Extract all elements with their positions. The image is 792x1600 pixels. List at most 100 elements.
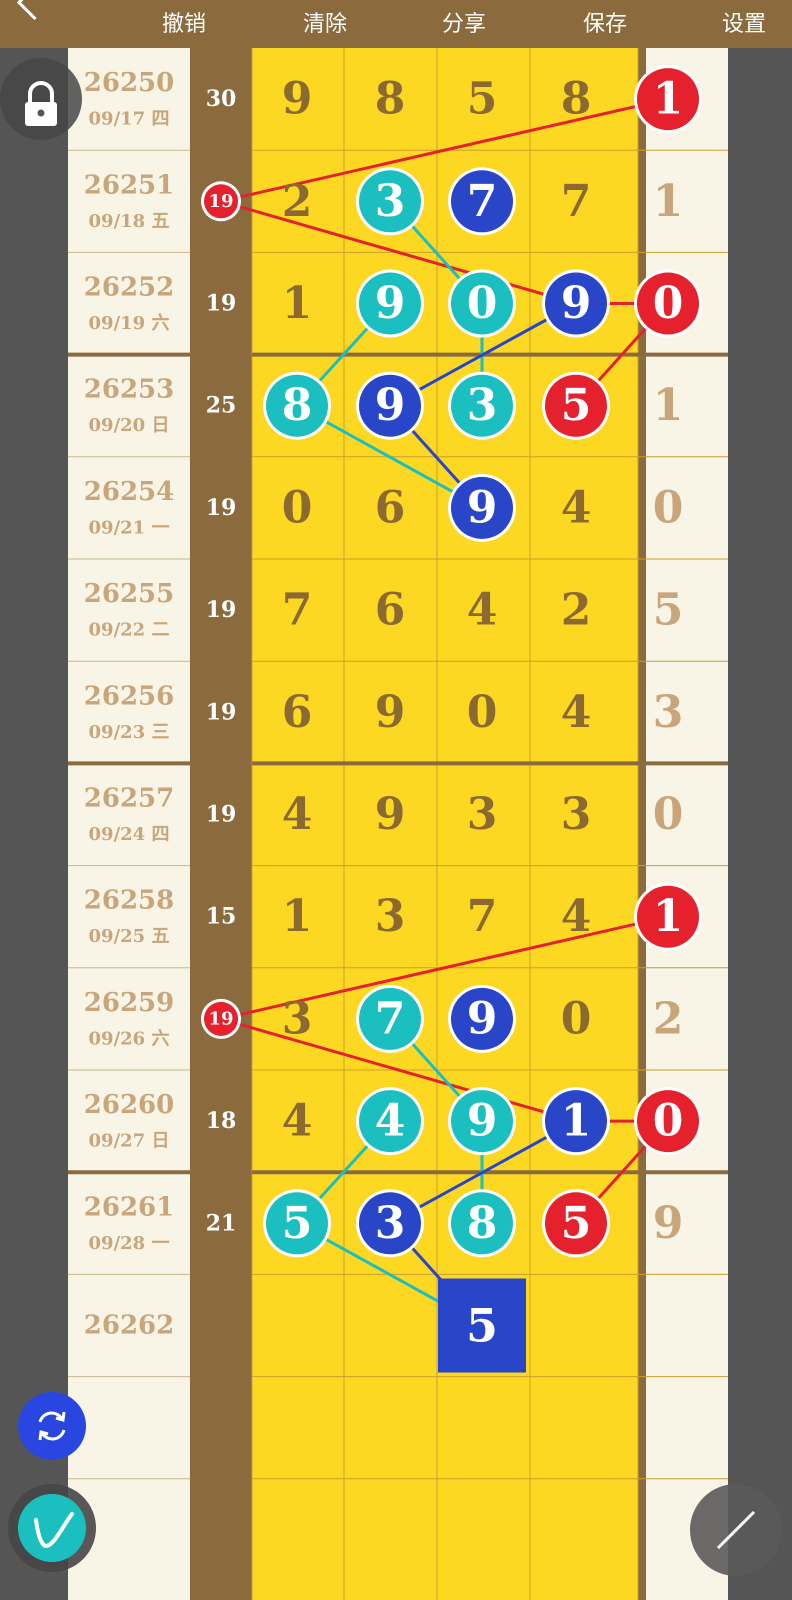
digit-value: 3 — [375, 176, 406, 227]
sum-value: 19 — [206, 495, 237, 521]
issue-number: 26252 — [84, 273, 174, 303]
issue-date: 09/19 六 — [89, 312, 170, 334]
issue-date: 09/18 五 — [89, 211, 170, 232]
digit-value: 5 — [561, 1198, 592, 1249]
sum-value: 19 — [206, 291, 237, 317]
share-button[interactable]: 分享 — [442, 6, 486, 38]
digit-value: 3 — [375, 891, 406, 942]
digit-value: 5 — [467, 74, 498, 125]
last-value: 1 — [653, 176, 684, 227]
digit-value: 0 — [282, 482, 313, 533]
last-value: 0 — [653, 1096, 684, 1147]
toolbar: 撤销 清除 分享 保存 设置 — [0, 0, 792, 48]
last-value: 9 — [653, 1198, 684, 1249]
digit-value: 4 — [282, 789, 313, 840]
digit-value: 2 — [282, 176, 313, 227]
digit-value: 7 — [282, 585, 313, 636]
digit-value: 5 — [561, 380, 592, 431]
issue-date: 09/24 四 — [89, 824, 170, 845]
issue-number: 26260 — [84, 1090, 174, 1120]
digit-value: 9 — [282, 74, 313, 125]
issue-number: 26250 — [84, 68, 174, 98]
digit-value: 7 — [561, 176, 592, 227]
issue-date: 09/27 日 — [89, 1131, 170, 1152]
digit-value: 8 — [467, 1198, 498, 1249]
digit-value: 4 — [375, 1096, 406, 1147]
digit-value: 4 — [561, 687, 592, 738]
issue-number: 26253 — [84, 375, 174, 405]
digit-value: 3 — [282, 993, 313, 1044]
digit-value: 3 — [467, 789, 498, 840]
digit-value: 5 — [282, 1198, 313, 1249]
last-value: 0 — [653, 789, 684, 840]
line-tool-button[interactable] — [690, 1484, 782, 1576]
refresh-button[interactable] — [18, 1392, 86, 1460]
digit-value: 6 — [375, 482, 406, 533]
digit-value: 3 — [561, 789, 592, 840]
digit-value: 7 — [375, 993, 406, 1044]
settings-button[interactable]: 设置 — [722, 6, 766, 38]
issue-number: 26256 — [84, 681, 174, 711]
undo-button[interactable]: 撤销 — [162, 6, 206, 38]
right-margin — [728, 48, 792, 1600]
issue-number: 26257 — [84, 784, 174, 814]
last-value: 5 — [653, 585, 684, 636]
save-button[interactable]: 保存 — [583, 6, 627, 38]
issue-date: 09/17 四 — [89, 109, 170, 130]
sum-value: 19 — [206, 597, 237, 623]
digit-value: 9 — [375, 687, 406, 738]
digit-value: 3 — [467, 380, 498, 431]
digit-value: 9 — [375, 380, 406, 431]
issue-number: 26251 — [84, 170, 174, 200]
digit-value: 1 — [282, 278, 313, 329]
issue-date: 09/20 日 — [89, 415, 170, 436]
issue-number: 26259 — [84, 988, 174, 1018]
sum-value: 21 — [206, 1210, 237, 1236]
issue-number: 26261 — [84, 1192, 174, 1222]
trend-grid[interactable]: 2625009/17 四30 9 8 5 8 12625109/18 五19 2 3 7 7 126… — [0, 48, 792, 1600]
digit-value: 0 — [561, 993, 592, 1044]
sum-value: 25 — [206, 393, 237, 419]
digit-value: 3 — [375, 1198, 406, 1249]
issue-date: 09/23 三 — [89, 722, 170, 743]
issue-number: 26258 — [84, 886, 174, 916]
digit-value: 9 — [467, 993, 498, 1044]
lock-icon — [25, 81, 57, 126]
digit-value: 8 — [282, 380, 313, 431]
sum-value: 15 — [206, 904, 237, 930]
digit-value: 4 — [282, 1096, 313, 1147]
digit-value: 0 — [467, 687, 498, 738]
issue-number: 26262 — [84, 1311, 174, 1341]
sum-value: 30 — [206, 86, 237, 112]
last-value: 1 — [653, 74, 684, 125]
digit-value: 9 — [467, 1096, 498, 1147]
digit-value: 2 — [561, 585, 592, 636]
digit-value: 4 — [561, 482, 592, 533]
digit-value: 9 — [467, 482, 498, 533]
sum-value: 19 — [208, 191, 233, 212]
trend-board[interactable]: 26250 09/17 四 30 9 8 5 8 1 26251 09/18 五 19 2 3 7 7 1 26… — [0, 48, 792, 1600]
prediction-digit: 5 — [466, 1299, 498, 1353]
digit-value: 8 — [561, 74, 592, 125]
digit-value: 7 — [467, 176, 498, 227]
issue-date: 09/21 一 — [89, 517, 170, 538]
lock-button[interactable] — [0, 58, 82, 140]
digit-value: 1 — [561, 1096, 592, 1147]
pen-icon — [18, 1494, 86, 1562]
digit-value: 0 — [467, 278, 498, 329]
clear-button[interactable]: 清除 — [303, 6, 347, 38]
digit-value: 1 — [282, 891, 313, 942]
last-value: 0 — [653, 278, 684, 329]
digit-value: 4 — [561, 891, 592, 942]
digit-value: 6 — [375, 585, 406, 636]
chevron-left-icon[interactable] — [16, 0, 53, 21]
sum-value: 19 — [208, 1008, 233, 1029]
digit-value: 9 — [375, 278, 406, 329]
last-value: 3 — [653, 687, 684, 738]
pen-button[interactable] — [8, 1484, 96, 1572]
digit-value: 7 — [467, 891, 498, 942]
sum-value: 19 — [206, 802, 237, 828]
issue-date: 09/22 二 — [89, 620, 170, 641]
last-value: 1 — [653, 891, 684, 942]
digit-value: 9 — [561, 278, 592, 329]
